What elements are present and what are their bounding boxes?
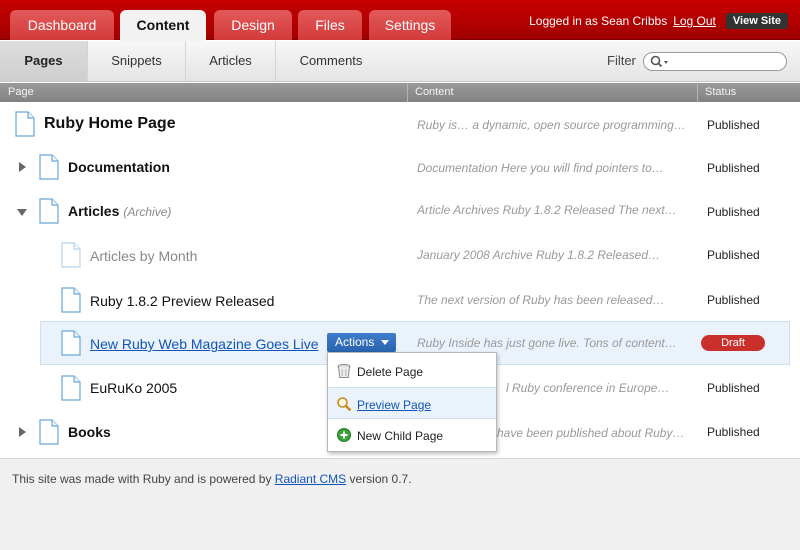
collapse-arrow-icon[interactable] [17, 209, 27, 216]
expand-arrow-icon[interactable] [19, 162, 26, 172]
logout-link[interactable]: Log Out [673, 14, 716, 28]
user-area: Logged in as Sean Cribbs Log Out View Si… [529, 13, 788, 29]
tab-content[interactable]: Content [120, 10, 206, 41]
table-row: Ruby 1.8.2 Preview Released The next ver… [0, 278, 800, 322]
page-title-link[interactable]: Articles (Archive) [68, 203, 171, 219]
status-text: Published [707, 205, 760, 219]
page-icon [61, 375, 81, 401]
actions-dropdown-button[interactable]: Actions [327, 333, 396, 352]
search-icon [650, 55, 668, 68]
page-icon [39, 154, 59, 180]
content-preview: Ruby Inside has just gone live. Tons of … [417, 336, 677, 350]
subtab-comments[interactable]: Comments [276, 41, 386, 81]
page-icon [15, 111, 35, 137]
top-navigation-bar: Dashboard Content Design Files Settings … [0, 0, 800, 41]
column-header-page: Page [8, 86, 34, 98]
tab-dashboard[interactable]: Dashboard [10, 10, 114, 40]
page-title-link[interactable]: Ruby Home Page [44, 115, 176, 133]
table-row: Articles (Archive) Article Archives Ruby … [0, 190, 800, 234]
table-row: Articles by Month January 2008 Archive R… [0, 234, 800, 278]
footer-prefix: This site was made with Ruby and is powe… [12, 472, 272, 486]
page-title-link[interactable]: New Ruby Web Magazine Goes Live [90, 336, 319, 352]
draft-status-badge: Draft [701, 335, 765, 351]
table-header: Page Content Status [0, 83, 800, 102]
page-icon [61, 330, 81, 356]
magnifier-icon [337, 397, 352, 412]
column-header-content: Content [415, 86, 454, 98]
subtab-snippets[interactable]: Snippets [88, 41, 186, 81]
menu-item-label: New Child Page [357, 429, 444, 443]
page-icon [39, 419, 59, 445]
status-text: Published [707, 161, 760, 175]
table-row: Documentation Documentation Here you wil… [0, 146, 800, 190]
tab-design[interactable]: Design [214, 10, 292, 40]
view-site-button[interactable]: View Site [725, 13, 788, 29]
page-icon [61, 287, 81, 313]
page-title-link[interactable]: Articles by Month [90, 248, 197, 264]
status-text: Published [707, 248, 760, 262]
content-preview: January 2008 Archive Ruby 1.8.2 Released… [417, 248, 661, 262]
status-text: Published [707, 381, 760, 395]
page-title-link[interactable]: Books [68, 424, 111, 440]
status-text: Published [707, 425, 760, 439]
page-title-text: Articles [68, 203, 120, 219]
subtab-pages[interactable]: Pages [0, 41, 88, 81]
page-icon [39, 198, 59, 224]
page-title-link[interactable]: Ruby 1.8.2 Preview Released [90, 293, 274, 309]
page-title-link[interactable]: EuRuKo 2005 [90, 380, 177, 396]
column-header-status: Status [705, 86, 737, 98]
trash-icon [337, 364, 351, 378]
tab-files[interactable]: Files [298, 10, 362, 40]
tab-settings[interactable]: Settings [369, 10, 451, 40]
footer-suffix: version 0.7. [349, 472, 412, 486]
logged-in-text: Logged in as Sean Cribbs [529, 14, 668, 28]
expand-arrow-icon[interactable] [19, 427, 26, 437]
menu-item-label: Preview Page [357, 398, 432, 412]
menu-item-preview-page[interactable]: Preview Page [328, 387, 496, 419]
menu-item-label: Delete Page [357, 365, 424, 379]
status-text: Published [707, 118, 760, 132]
footer-text: This site was made with Ruby and is powe… [12, 472, 412, 486]
filter-input[interactable] [643, 52, 787, 71]
add-icon [337, 428, 351, 442]
archive-note: (Archive) [123, 205, 172, 219]
page-title-link[interactable]: Documentation [68, 159, 170, 175]
chevron-down-icon [381, 340, 389, 345]
sub-navigation: Pages Snippets Articles Comments Filter [0, 41, 800, 82]
subtab-articles[interactable]: Articles [186, 41, 276, 81]
table-row: Ruby Home Page Ruby is… a dynamic, open … [0, 102, 800, 146]
actions-label: Actions [335, 335, 375, 349]
content-preview: Documentation Here you will find pointer… [417, 161, 664, 175]
page-icon [61, 242, 81, 268]
filter-label: Filter [607, 53, 636, 68]
menu-item-new-child-page[interactable]: New Child Page [328, 419, 496, 451]
radiant-cms-link[interactable]: Radiant CMS [275, 472, 346, 486]
content-preview: Ruby is… a dynamic, open source programm… [417, 118, 686, 132]
actions-menu: Delete Page Preview Page New Child Page [327, 352, 497, 452]
menu-item-delete-page[interactable]: Delete Page [328, 355, 496, 387]
footer: This site was made with Ruby and is powe… [0, 458, 800, 550]
status-text: Published [707, 293, 760, 307]
content-preview: The next version of Ruby has been releas… [417, 293, 665, 307]
content-preview: Article Archives Ruby 1.8.2 Released The… [417, 203, 677, 217]
